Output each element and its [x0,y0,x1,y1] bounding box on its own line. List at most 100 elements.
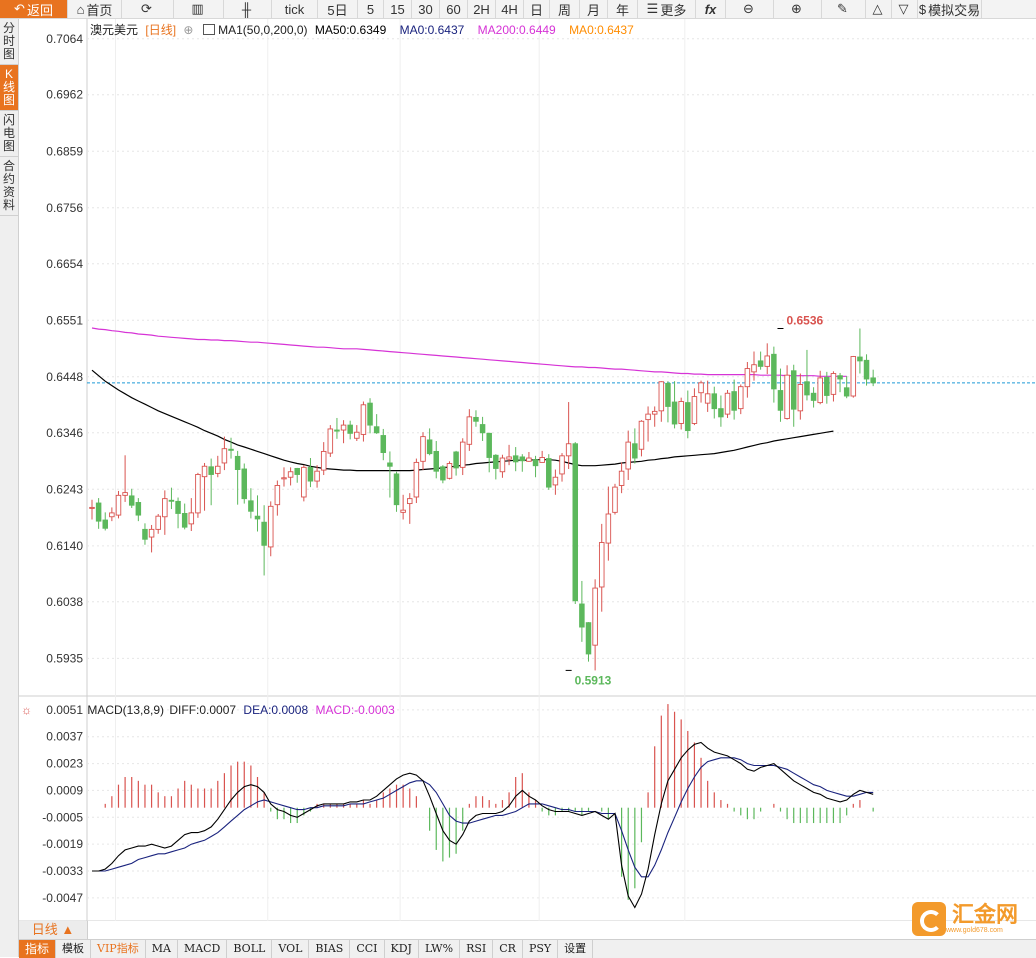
toolbar-zoomout-button[interactable]: ⊖ [726,0,774,18]
ma0-value: MA0:0.6437 [399,23,465,37]
indicator-tab-6[interactable]: VOL [272,940,310,958]
refresh-icon: ⟳ [141,1,152,16]
ma-settings-icon[interactable] [202,24,215,35]
indicator-tab-14[interactable]: 设置 [558,940,594,958]
sun-settings-icon[interactable]: ☼ [21,703,32,717]
candle-body [638,420,645,450]
indicator-tab-4[interactable]: MACD [178,940,228,958]
period-selector-tab[interactable]: 日线 ▲ [19,921,88,939]
macd-tick-label: -0.0019 [42,837,83,851]
chart-area[interactable]: 0.7064 0.6962 0.6859 0.6756 0.6654 0.6551 0.64… [19,19,1036,921]
logo-icon [912,902,946,936]
candle-body [757,360,764,367]
indicator-tab-7[interactable]: BIAS [309,940,351,958]
candle-body [645,413,651,421]
indicator-tab-1[interactable]: 模板 [56,940,92,958]
toolbar-m30-button[interactable]: 30 [412,0,440,18]
toolbar-m60-button[interactable]: 60 [440,0,468,18]
toolbar-label: 2H [473,1,490,17]
indicator-tab-5[interactable]: BOLL [227,940,273,958]
candle-body [307,466,314,482]
indicator-tab-8[interactable]: CCI [350,940,385,958]
toolbar-home-button[interactable]: ⌂ 首页 [68,0,122,18]
toolbar-down-button[interactable]: ▽ [892,0,918,18]
toolbar-back-button[interactable]: ↶ 返回 [0,0,68,18]
candle-body [89,506,95,509]
candle-body [711,393,718,410]
candle-body [704,393,711,404]
macd-legend: ☼ MACD(13,8,9) DIFF:0.0007 DEA:0.0008 MA… [21,703,395,717]
candle-body [281,477,287,480]
candle-body [724,392,731,415]
toolbar-up-button[interactable]: △ [866,0,892,18]
indicator-tab-3[interactable]: MA [146,940,178,958]
candle-body [241,468,248,500]
toolbar-month-button[interactable]: 月 [580,0,608,18]
indicator-tab-10[interactable]: LW% [419,940,461,958]
indicator-tab-13[interactable]: PSY [523,940,559,958]
toolbar-refresh-button[interactable]: ⟳ [122,0,174,18]
candle-body [95,502,102,522]
candle-body [380,435,387,453]
toolbar-year-button[interactable]: 年 [608,0,638,18]
ma0-value-2: MA0:0.6437 [569,23,634,37]
candle-body [797,384,804,412]
candle-body [585,622,592,655]
macd-tick-label: 0.0009 [46,783,83,797]
view-tab-0[interactable]: 分时图 [0,19,18,65]
view-tab-3[interactable]: 合约资料 [0,157,18,216]
candle-body [221,448,228,464]
toolbar-5d-button[interactable]: 5日 [318,0,358,18]
candle-body [559,455,565,475]
toolbar-indicator-button[interactable]: ▥ [174,0,224,18]
candle-body [830,373,837,395]
candle-body [168,499,175,502]
toolbar-day-button[interactable]: 日 [524,0,550,18]
site-logo: 汇金网 www.gold678.com [912,899,1036,939]
candle-body [565,443,572,457]
candle-body [128,495,135,506]
toolbar-h4-button[interactable]: 4H [496,0,524,18]
price-tick-label: 0.6140 [46,539,83,553]
candle-body [870,377,876,384]
toolbar-draw-button[interactable]: ✎ [822,0,866,18]
indicator-tab-2[interactable]: VIP指标 [91,940,146,958]
indicator-tab-11[interactable]: RSI [460,940,494,958]
toolbar-zoomin-button[interactable]: ⊕ [774,0,822,18]
toolbar-candle-button[interactable]: ╫ [224,0,272,18]
indicator-tab-0[interactable]: 指标 [19,940,57,958]
toolbar-fx-button[interactable]: fx [696,0,726,18]
candle-body [718,408,724,418]
candle-body [433,450,439,472]
candle-body [122,492,128,496]
logo-text: 汇金网 [952,901,1019,927]
toolbar-more-button[interactable]: ☰ 更多 [638,0,696,18]
toolbar-h2-button[interactable]: 2H [468,0,496,18]
candle-body [499,457,506,473]
macd-tick-label: 0.0037 [46,730,83,744]
toolbar-m5-button[interactable]: 5 [358,0,384,18]
period-label[interactable]: [日线] [145,23,176,37]
toolbar-tick-button[interactable]: tick [272,0,318,18]
candle-body [685,402,691,432]
candle-body [162,498,168,518]
candle-body [142,528,148,540]
indicator-tab-9[interactable]: KDJ [385,940,419,958]
candle-body [665,382,671,407]
price-tick-label: 0.7064 [46,32,83,46]
toolbar-label: 首页 [86,2,113,18]
view-tab-1[interactable]: K线图 [0,65,18,111]
candle-body [658,381,665,412]
candle-body [248,500,254,512]
toolbar-week-button[interactable]: 周 [550,0,580,18]
view-tab-2[interactable]: 闪电图 [0,111,18,157]
toolbar-sim-button[interactable]: $ 模拟交易 [918,0,982,18]
candle-body [188,512,195,525]
toolbar-label: fx [704,1,717,17]
indicator-tab-12[interactable]: CR [493,940,523,958]
toolbar-label: 60 [446,1,461,17]
chart-settings-icon[interactable]: ⊕ [183,23,193,37]
home-icon: ⌂ [76,1,85,17]
toolbar-m15-button[interactable]: 15 [384,0,412,18]
candle-body [698,382,704,394]
